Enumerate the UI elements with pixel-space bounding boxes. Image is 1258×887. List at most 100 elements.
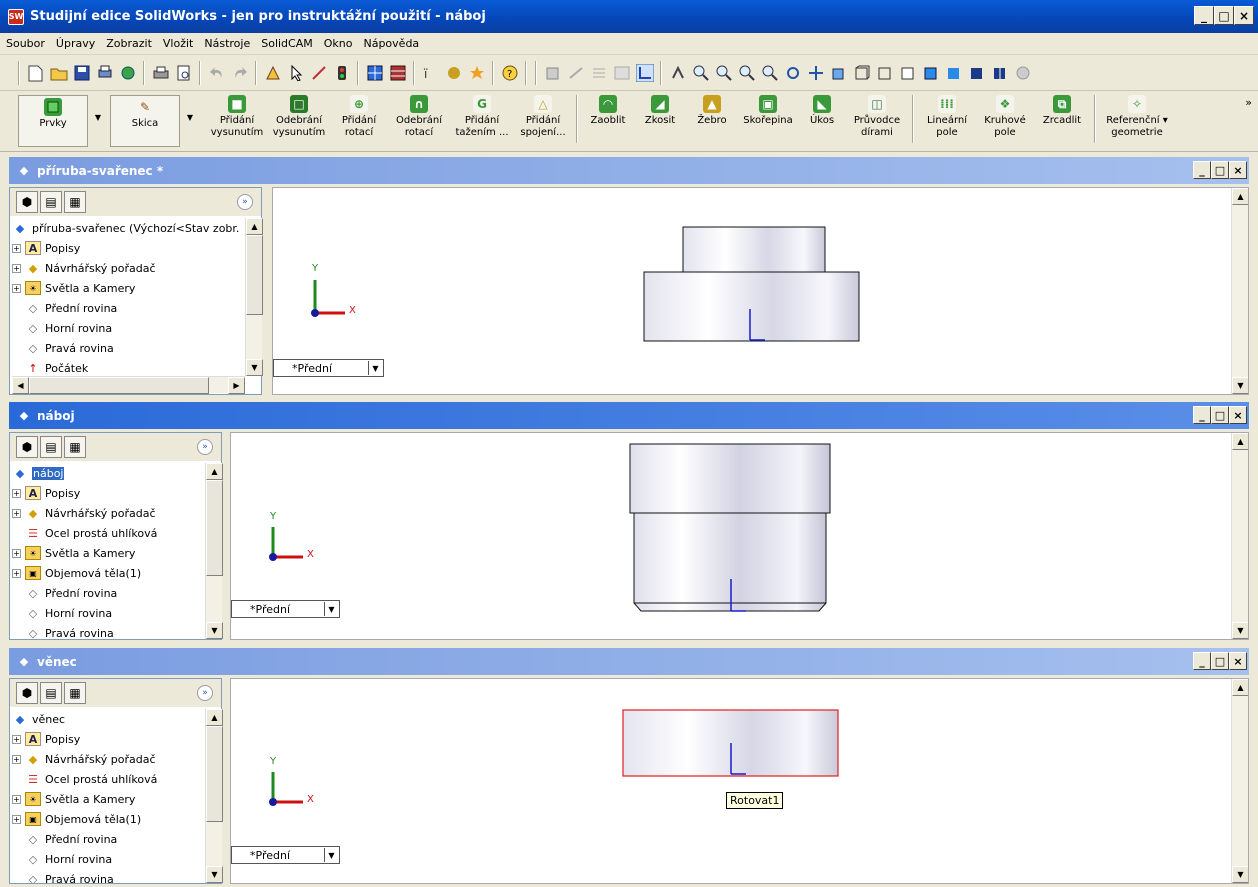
scroll-thumb[interactable] [206, 726, 223, 822]
reference-geometry-button[interactable]: ✧ Referenční ▾ geometrie [1104, 95, 1170, 139]
scroll-down-icon[interactable]: ▼ [1232, 377, 1248, 394]
tree-item-top-plane[interactable]: ◇ Horní rovina [12, 603, 205, 623]
scroll-up-icon[interactable]: ▲ [1232, 433, 1248, 450]
expand-icon[interactable]: + [12, 283, 21, 293]
graphics-viewport[interactable]: Y X *Přední ▼ ▲ ▼ [230, 432, 1249, 640]
tree-horizontal-scrollbar[interactable]: ◀ ▶ [12, 376, 245, 394]
graphics-viewport[interactable]: Y X Rotovat1 *Přední ▼ ▲ ▼ [230, 678, 1249, 884]
sketch-relations-icon[interactable] [566, 64, 585, 83]
options-icon[interactable] [118, 64, 137, 83]
layers-icon[interactable] [388, 64, 407, 83]
circular-pattern-button[interactable]: ❖ Kruhové pole [980, 95, 1030, 139]
view-orientation-select[interactable]: *Přední ▼ [273, 359, 384, 377]
chevron-down-icon[interactable]: ▼ [95, 112, 101, 124]
lofted-boss-button[interactable]: △ Přidání spojení... [518, 95, 568, 139]
rotate-view-icon[interactable] [783, 64, 802, 83]
traffic-light-icon[interactable] [332, 64, 351, 83]
undo-icon[interactable] [207, 64, 226, 83]
expand-icon[interactable]: + [12, 263, 21, 273]
tree-item-annotations[interactable]: + A Popisy [12, 729, 205, 749]
sketch-icon[interactable] [309, 64, 328, 83]
close-button[interactable]: × [1234, 6, 1254, 25]
tree-item-root[interactable]: ◆ příruba-svařenec (Výchozí<Stav zobr. [12, 218, 245, 238]
scroll-down-icon[interactable]: ▼ [1232, 866, 1248, 883]
scroll-down-icon[interactable]: ▼ [206, 866, 223, 883]
tree-item-right-plane[interactable]: ◇ Pravá rovina [12, 623, 205, 640]
extruded-cut-button[interactable]: □ Odebrání vysunutím [272, 95, 326, 139]
shadows-icon[interactable] [967, 64, 986, 83]
configuration-manager-tab-icon[interactable]: ▦ [64, 191, 86, 213]
expand-icon[interactable]: + [12, 568, 21, 578]
standard-views-icon[interactable] [829, 64, 848, 83]
document-title-bar[interactable]: ◆ příruba-svařenec * _ □ × [9, 157, 1249, 184]
scroll-right-icon[interactable]: ▶ [228, 377, 245, 394]
redo-icon[interactable] [230, 64, 249, 83]
scroll-down-icon[interactable]: ▼ [1232, 622, 1248, 639]
doc-maximize-button[interactable]: □ [1211, 161, 1229, 179]
view-orientation-select[interactable]: *Přední ▼ [231, 846, 340, 864]
tree-item-lights-cameras[interactable]: + ☀ Světla a Kamery [12, 789, 205, 809]
tree-vertical-scrollbar[interactable]: ▲ ▼ [205, 709, 223, 883]
tree-item-top-plane[interactable]: ◇ Horní rovina [12, 318, 245, 338]
tree-item-lights-cameras[interactable]: + ☀ Světla a Kamery [12, 278, 245, 298]
help-icon[interactable]: ? [500, 64, 519, 83]
doc-close-button[interactable]: × [1229, 406, 1247, 424]
print-icon[interactable] [151, 64, 170, 83]
extruded-boss-button[interactable]: ■ Přidání vysunutím [210, 95, 264, 139]
chamfer-button[interactable]: ◢ Zkosit [638, 95, 682, 127]
doc-close-button[interactable]: × [1229, 652, 1247, 670]
expand-panel-icon[interactable]: » [237, 194, 253, 210]
favorites-icon[interactable] [467, 64, 486, 83]
scroll-thumb[interactable] [29, 377, 209, 394]
tree-item-right-plane[interactable]: ◇ Pravá rovina [12, 338, 245, 358]
view-orientation-icon[interactable] [668, 64, 687, 83]
feature-tree-tab-icon[interactable]: ⬢ [16, 682, 38, 704]
tree-item-material[interactable]: ☰ Ocel prostá uhlíková [12, 523, 205, 543]
more-commands-icon[interactable]: » [1245, 96, 1252, 109]
tree-item-design-binder[interactable]: + ◆ Návrhářský pořadač [12, 749, 205, 769]
doc-close-button[interactable]: × [1229, 161, 1247, 179]
pan-icon[interactable] [806, 64, 825, 83]
shell-button[interactable]: ▣ Skořepina [742, 95, 794, 127]
solidworks-app-icon[interactable]: SW [8, 8, 24, 25]
revolved-boss-button[interactable]: ⊕ Přidání rotací [334, 95, 384, 139]
tree-item-material[interactable]: ☰ Ocel prostá uhlíková [12, 769, 205, 789]
scroll-thumb[interactable] [246, 235, 263, 315]
document-title-bar[interactable]: ◆ náboj _ □ × [9, 402, 1249, 429]
minimize-button[interactable]: _ [1194, 6, 1214, 25]
revolved-cut-button[interactable]: ∩ Odebrání rotací [392, 95, 446, 139]
property-manager-tab-icon[interactable]: ▤ [40, 682, 62, 704]
features-tab-button[interactable]: Prvky ▼ [18, 95, 101, 147]
expand-icon[interactable]: + [12, 243, 21, 253]
tree-vertical-scrollbar[interactable]: ▲ ▼ [205, 463, 223, 639]
expand-icon[interactable]: + [12, 794, 21, 804]
scroll-up-icon[interactable]: ▲ [1232, 188, 1248, 205]
doc-minimize-button[interactable]: _ [1193, 406, 1211, 424]
hidden-lines-visible-icon[interactable] [875, 64, 894, 83]
document-title-bar[interactable]: ◆ věnec _ □ × [9, 648, 1249, 675]
view-orientation-select[interactable]: *Přední ▼ [231, 600, 340, 618]
save-icon[interactable] [72, 64, 91, 83]
feature-tree-tab-icon[interactable]: ⬢ [16, 191, 38, 213]
doc-maximize-button[interactable]: □ [1211, 406, 1229, 424]
menu-napoveda[interactable]: Nápověda [363, 37, 419, 50]
print-preview-icon[interactable] [174, 64, 193, 83]
expand-panel-icon[interactable]: » [197, 685, 213, 701]
shaded-with-edges-icon[interactable] [921, 64, 940, 83]
swept-boss-button[interactable]: G Přidání tažením ... [454, 95, 510, 139]
chevron-down-icon[interactable]: ▼ [324, 602, 338, 616]
viewport-vertical-scrollbar[interactable]: ▲ ▼ [1231, 679, 1248, 883]
menu-zobrazit[interactable]: Zobrazit [106, 37, 152, 50]
tree-item-front-plane[interactable]: ◇ Přední rovina [12, 298, 245, 318]
realview-icon[interactable] [1013, 64, 1032, 83]
wireframe-icon[interactable] [852, 64, 871, 83]
expand-icon[interactable]: + [12, 508, 21, 518]
scroll-left-icon[interactable]: ◀ [12, 377, 29, 394]
graphics-viewport[interactable]: Y X *Přední ▼ ▲ ▼ [272, 187, 1249, 395]
expand-icon[interactable]: + [12, 754, 21, 764]
expand-icon[interactable]: + [12, 814, 21, 824]
tree-item-solid-bodies[interactable]: + ▣ Objemová těla(1) [12, 563, 205, 583]
expand-panel-icon[interactable]: » [197, 439, 213, 455]
coordinate-system-icon[interactable] [635, 64, 654, 83]
menu-nastroje[interactable]: Nástroje [204, 37, 250, 50]
